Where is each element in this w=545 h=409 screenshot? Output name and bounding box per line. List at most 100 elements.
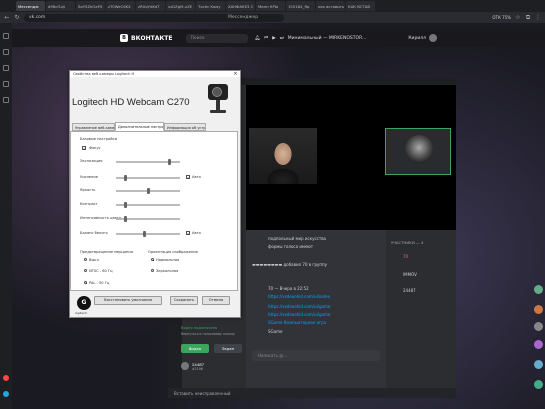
tab-advanced-settings[interactable]: Дополнительные настройки — [115, 122, 164, 131]
basic-settings-label: Базовые настройки — [80, 137, 118, 141]
restore-defaults-button[interactable]: Восстановить умолчания — [94, 296, 162, 305]
flicker-radio-ntsc[interactable] — [84, 269, 87, 272]
browser-tab[interactable]: Мапп КРЫ — [256, 1, 285, 11]
home-icon[interactable] — [3, 33, 9, 39]
settings-panel — [70, 131, 238, 291]
history-icon[interactable] — [3, 65, 9, 71]
downloads-icon[interactable] — [3, 81, 9, 87]
chat-input[interactable]: Написать @... — [252, 350, 380, 361]
tab-webcam-control[interactable]: Управление веб-камерой — [72, 123, 115, 131]
browser-tab[interactable]: как вставить — [316, 1, 345, 11]
save-button[interactable]: Сохранить — [170, 296, 198, 305]
play-icon[interactable]: ▶ — [272, 36, 275, 41]
voice-status: Видео подключено — [181, 326, 218, 330]
chat-message: ▬▬▬▬▬▬▬▬ добавил 70 в группу — [252, 262, 328, 267]
browser-tab[interactable]: zT0WeC6KX — [106, 1, 135, 11]
zoom-indicator[interactable]: ОТК 75% — [492, 15, 511, 21]
brightness-slider[interactable] — [116, 188, 180, 194]
chat-message: формы голоса имеют — [268, 244, 314, 249]
menu-icon[interactable]: ⋮ — [535, 14, 541, 21]
side-avatar[interactable] — [534, 285, 543, 294]
slider-thumb[interactable] — [143, 231, 147, 237]
flicker-radio-pal[interactable] — [84, 281, 87, 284]
slider-thumb[interactable] — [123, 216, 127, 222]
webcam-video-tile[interactable] — [249, 128, 317, 184]
close-icon[interactable]: × — [232, 71, 239, 77]
slider-label: Усиление — [80, 175, 98, 179]
bottom-status: Вставить неисправленный — [168, 388, 456, 398]
focus-checkbox[interactable]: ✓ — [82, 146, 86, 151]
member-item[interactable]: 70 — [403, 254, 408, 259]
extensions-icon[interactable]: ⧉ — [525, 14, 531, 21]
chat-link[interactable]: https://vsdeoohid.com/ui/game — [268, 312, 330, 317]
radio-label: Нормальная — [156, 258, 180, 262]
chat-message: подпольный мир искусства — [268, 236, 326, 241]
slider-thumb[interactable] — [167, 159, 171, 165]
white-balance-slider[interactable] — [116, 231, 180, 237]
messenger-title: Мессенджер — [228, 15, 259, 20]
side-avatar[interactable] — [534, 305, 543, 314]
side-avatar[interactable] — [534, 360, 543, 369]
browser-tab[interactable]: 150184_Яр — [286, 1, 315, 11]
reload-icon[interactable]: ↻ — [14, 14, 20, 21]
browser-sidebar — [0, 23, 12, 409]
flicker-radio-off[interactable] — [84, 258, 87, 261]
side-avatar[interactable] — [534, 380, 543, 389]
gain-auto-checkbox[interactable]: ✓ — [186, 175, 190, 180]
tab-device-info[interactable]: Информация об устройстве — [164, 123, 206, 131]
saturation-slider[interactable] — [116, 216, 180, 222]
focus-label: Фокус — [89, 146, 101, 150]
member-item[interactable]: IMMOV — [403, 272, 417, 277]
vk-logo[interactable]: B ВКОНТАКТЕ — [120, 34, 172, 42]
exposure-slider[interactable] — [116, 159, 180, 165]
browser-tab[interactable]: КАК ВСТАВ — [346, 1, 375, 11]
screen-share-button[interactable]: Экран — [214, 344, 242, 353]
side-avatar[interactable] — [534, 340, 543, 349]
browser-tab[interactable]: vzDZgM-xZE — [166, 1, 195, 11]
browser-tab[interactable]: ХАНФАКЕЗ С — [226, 1, 255, 11]
slider-thumb[interactable] — [123, 202, 127, 208]
avatar[interactable] — [181, 362, 189, 370]
next-icon[interactable]: ⏭ — [280, 35, 284, 41]
browser-tab-bar: Мессендж d98cf1qt SaYSZkOaPX zT0WeC6KX z… — [0, 0, 545, 12]
chat-embed-title[interactable]: SGame Компьютерная игра — [268, 320, 326, 325]
bookmark-icon[interactable] — [3, 49, 9, 55]
member-item[interactable]: 24487 — [403, 288, 416, 293]
star-icon[interactable]: ☆ — [515, 14, 521, 21]
back-icon[interactable]: ← — [4, 14, 10, 21]
browser-tab[interactable]: Мессендж — [16, 1, 45, 11]
cancel-button[interactable]: Отмена — [202, 296, 230, 305]
orientation-radio-normal[interactable] — [151, 258, 154, 261]
app-icon[interactable] — [3, 391, 9, 397]
radio-label: Зеркальная — [156, 269, 179, 273]
player-track[interactable]: Минимальный — MIRKENOSTOR... — [288, 36, 367, 41]
orientation-radio-mirror[interactable] — [151, 269, 154, 272]
vk-header: B ВКОНТАКТЕ Поиск 🔔︎ ⏮ ▶ ⏭ Минимальный —… — [12, 29, 545, 47]
radio-label: PAL - 50 Гц — [89, 281, 110, 285]
browser-tab[interactable]: Тосёс Кому — [196, 1, 225, 11]
slider-thumb[interactable] — [123, 175, 127, 181]
chat-link[interactable]: https://vsdeoohid.com/ui/game — [268, 304, 330, 309]
chat-link[interactable]: https://vsdeoohid.com/ui/some — [268, 294, 330, 299]
contrast-slider[interactable] — [116, 202, 180, 208]
prev-icon[interactable]: ⏮ — [264, 35, 268, 41]
vk-search-input[interactable]: Поиск — [186, 33, 249, 43]
browser-tab[interactable]: d98cf1qt — [46, 1, 75, 11]
webcam-icon — [206, 84, 230, 114]
bell-icon[interactable]: 🔔︎ — [254, 36, 260, 41]
vk-user-menu[interactable]: Кирилл — [408, 34, 437, 42]
side-avatar[interactable] — [534, 322, 543, 331]
browser-tab[interactable]: zRXqYdKdT — [136, 1, 165, 11]
slider-thumb[interactable] — [146, 188, 150, 194]
white-balance-auto-checkbox[interactable]: ✓ — [186, 231, 190, 236]
vk-user-name: Кирилл — [408, 35, 426, 41]
browser-tab[interactable]: SaYSZkOaPX — [76, 1, 105, 11]
notes-icon[interactable] — [3, 97, 9, 103]
video-button[interactable]: Видео — [181, 344, 209, 353]
participant-avatar — [405, 135, 433, 163]
slider-label: Яркость — [80, 188, 96, 192]
add-panel-icon[interactable] — [3, 375, 9, 381]
discord-members — [386, 230, 456, 398]
vk-player: 🔔︎ ⏮ ▶ ⏭ Минимальный — MIRKENOSTOR... — [254, 35, 367, 42]
gain-slider[interactable] — [116, 175, 180, 181]
